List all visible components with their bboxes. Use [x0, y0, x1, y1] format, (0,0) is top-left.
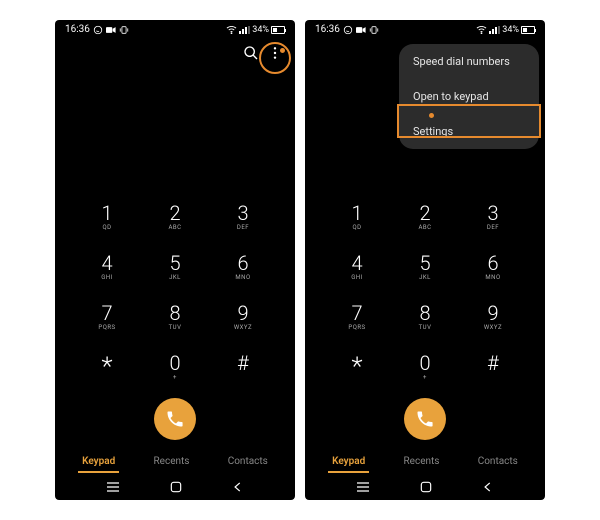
key-9[interactable]: 9WXYZ — [459, 296, 527, 340]
recents-nav-icon[interactable] — [355, 480, 371, 494]
key-9[interactable]: 9WXYZ — [209, 296, 277, 340]
tab-recents[interactable]: Recents — [400, 452, 444, 473]
call-button[interactable] — [404, 398, 446, 440]
key-0[interactable]: 0+ — [391, 346, 459, 390]
bottom-tabs: Keypad Recents Contacts — [55, 446, 295, 477]
key-1[interactable]: 1QD — [73, 196, 141, 240]
key-4[interactable]: 4GHI — [323, 246, 391, 290]
key-5[interactable]: 5JKL — [391, 246, 459, 290]
video-icon — [356, 26, 366, 34]
menu-speed-dial[interactable]: Speed dial numbers — [399, 44, 539, 79]
keypad: 1QD 2ABC 3DEF 4GHI 5JKL 6MNO 7PQRS 8TUV … — [55, 196, 295, 390]
dialed-number-area — [55, 66, 295, 196]
whatsapp-icon — [343, 25, 353, 35]
key-star[interactable]: * — [323, 346, 391, 390]
battery-icon — [271, 26, 285, 34]
wifi-icon — [476, 25, 487, 34]
video-icon — [106, 26, 116, 34]
tab-contacts[interactable]: Contacts — [224, 452, 272, 473]
tab-contacts[interactable]: Contacts — [474, 452, 522, 473]
status-bar: 16:36 34% — [55, 20, 295, 37]
key-0[interactable]: 0+ — [141, 346, 209, 390]
overflow-menu: Speed dial numbers Open to keypad Settin… — [399, 44, 539, 149]
key-star[interactable]: * — [73, 346, 141, 390]
key-5[interactable]: 5JKL — [141, 246, 209, 290]
back-nav-icon[interactable] — [231, 480, 245, 494]
menu-settings[interactable]: Settings — [399, 114, 539, 149]
key-3[interactable]: 3DEF — [459, 196, 527, 240]
home-nav-icon[interactable] — [419, 480, 433, 494]
phone-screen-right: 16:36 34% Speed dial numbers Open to key… — [305, 20, 545, 500]
signal-icon — [239, 26, 250, 34]
battery-pct: 34% — [502, 25, 519, 35]
key-3[interactable]: 3DEF — [209, 196, 277, 240]
tab-recents[interactable]: Recents — [150, 452, 194, 473]
wifi-icon — [226, 25, 237, 34]
phone-screen-left: 16:36 34% 1 — [55, 20, 295, 500]
status-time: 16:36 — [65, 24, 90, 35]
key-6[interactable]: 6MNO — [459, 246, 527, 290]
key-8[interactable]: 8TUV — [141, 296, 209, 340]
vibrate-icon — [119, 25, 129, 35]
signal-icon — [489, 26, 500, 34]
top-actions — [55, 37, 295, 66]
status-time: 16:36 — [315, 24, 340, 35]
whatsapp-icon — [93, 25, 103, 35]
keypad: 1QD 2ABC 3DEF 4GHI 5JKL 6MNO 7PQRS 8TUV … — [305, 196, 545, 390]
recents-nav-icon[interactable] — [105, 480, 121, 494]
key-1[interactable]: 1QD — [323, 196, 391, 240]
search-icon[interactable] — [243, 45, 259, 61]
key-hash[interactable]: # — [209, 346, 277, 390]
back-nav-icon[interactable] — [481, 480, 495, 494]
call-button[interactable] — [154, 398, 196, 440]
key-2[interactable]: 2ABC — [391, 196, 459, 240]
android-nav-bar — [55, 477, 295, 500]
battery-icon — [521, 26, 535, 34]
tab-keypad[interactable]: Keypad — [78, 452, 119, 473]
bottom-tabs: Keypad Recents Contacts — [305, 446, 545, 477]
battery-pct: 34% — [252, 25, 269, 35]
key-7[interactable]: 7PQRS — [323, 296, 391, 340]
key-2[interactable]: 2ABC — [141, 196, 209, 240]
status-bar: 16:36 34% — [305, 20, 545, 37]
key-8[interactable]: 8TUV — [391, 296, 459, 340]
key-4[interactable]: 4GHI — [73, 246, 141, 290]
key-6[interactable]: 6MNO — [209, 246, 277, 290]
more-icon[interactable] — [267, 45, 283, 61]
tab-keypad[interactable]: Keypad — [328, 452, 369, 473]
android-nav-bar — [305, 477, 545, 500]
home-nav-icon[interactable] — [169, 480, 183, 494]
key-7[interactable]: 7PQRS — [73, 296, 141, 340]
key-hash[interactable]: # — [459, 346, 527, 390]
vibrate-icon — [369, 25, 379, 35]
menu-open-keypad[interactable]: Open to keypad — [399, 79, 539, 114]
